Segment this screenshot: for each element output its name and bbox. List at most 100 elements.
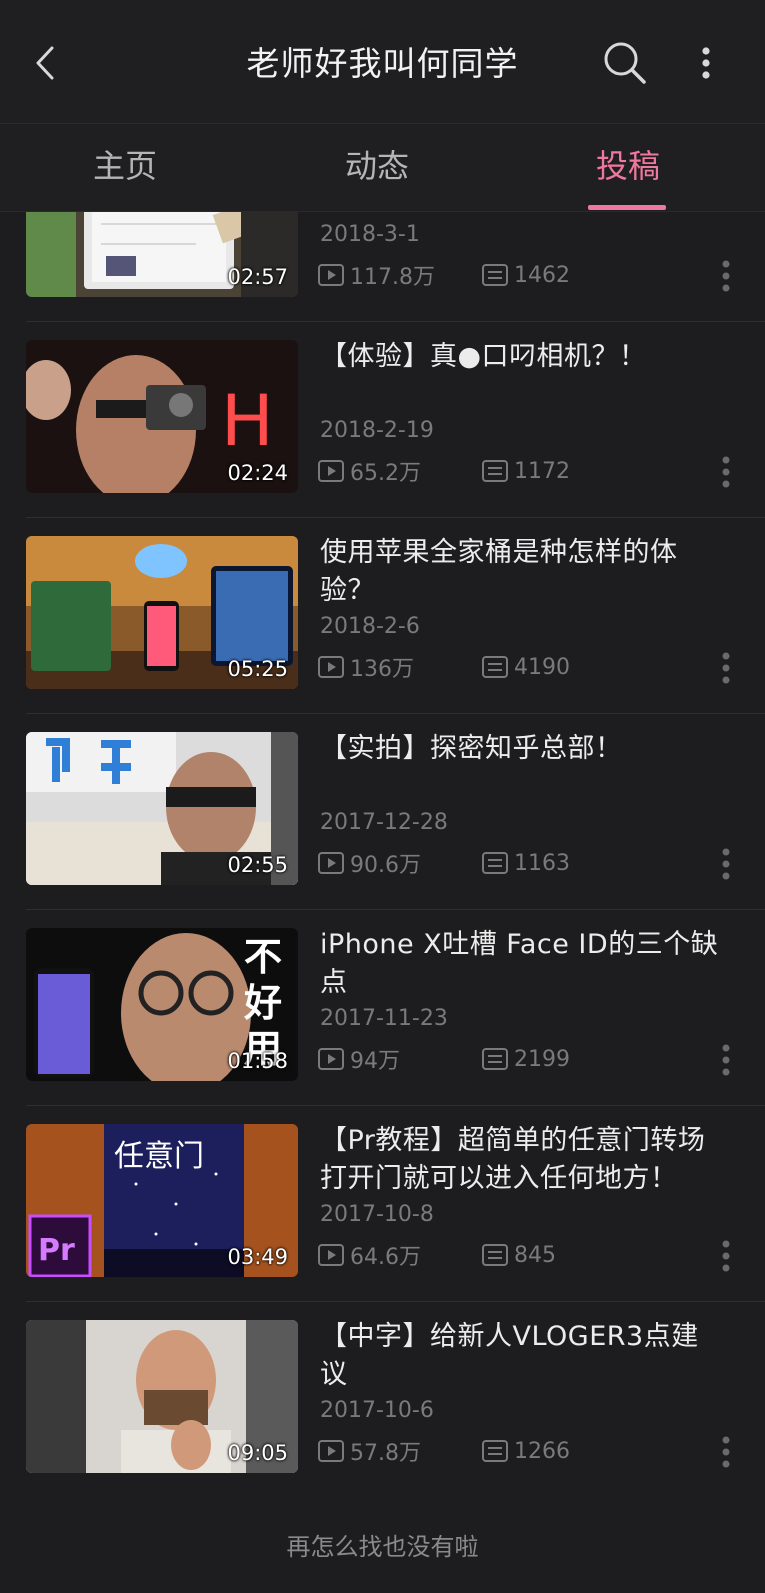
- danmaku-count: 2199: [482, 1044, 570, 1074]
- danmaku-count: 1172: [482, 456, 570, 486]
- video-date: 2018-2-6: [320, 614, 420, 639]
- danmaku-count-value: 845: [514, 1242, 556, 1268]
- list-item[interactable]: 09:05 【中字】给新人VLOGER3点建议 2017-10-6 57.8万 …: [0, 1302, 765, 1498]
- play-count-value: 57.8万: [350, 1441, 421, 1466]
- video-thumbnail[interactable]: 任意门 Pr 03:49: [26, 1124, 298, 1277]
- video-date: 2017-10-8: [320, 1202, 434, 1227]
- play-count: 94万: [318, 1044, 400, 1074]
- video-duration: 01:58: [227, 1049, 288, 1073]
- more-vertical-icon[interactable]: [716, 1236, 736, 1276]
- tab-uploads[interactable]: 投稿: [558, 124, 698, 212]
- thumbnail-caption: 任意门: [114, 1139, 204, 1174]
- play-count-value: 136万: [350, 657, 414, 682]
- tab-label: 动态: [344, 147, 409, 185]
- more-vertical-icon[interactable]: [716, 1432, 736, 1472]
- danmaku-count-value: 1172: [514, 458, 570, 484]
- premiere-pro-logo: Pr: [38, 1233, 75, 1268]
- danmaku-icon: [482, 1440, 508, 1462]
- tab-label: 投稿: [595, 147, 660, 185]
- more-vertical-icon[interactable]: [716, 648, 736, 688]
- thumbnail-caption: 不: [244, 935, 282, 979]
- video-title[interactable]: 【Pr教程】超简单的任意门转场 打开门就可以进入任何地方！: [320, 1122, 720, 1198]
- list-item[interactable]: 任意门 Pr 03:49 【Pr教程】超简单的任意门转场 打开门就可以进入任何地…: [0, 1106, 765, 1302]
- play-count-icon: [318, 1048, 344, 1070]
- danmaku-icon: [482, 1048, 508, 1070]
- video-date: 2018-3-1: [320, 222, 420, 247]
- play-count-value: 117.8万: [350, 265, 435, 290]
- list-item[interactable]: 02:55 【实拍】探密知乎总部！ 2017-12-28 90.6万 1163: [0, 714, 765, 910]
- list-item[interactable]: H 02:24 【体验】真●口叼相机？！ 2018-2-19 65.2万 117…: [0, 322, 765, 518]
- video-thumbnail[interactable]: 09:05: [26, 1320, 298, 1473]
- play-count: 65.2万: [318, 456, 421, 486]
- more-vertical-icon[interactable]: [694, 38, 734, 88]
- video-thumbnail[interactable]: H 02:24: [26, 340, 298, 493]
- more-vertical-icon[interactable]: [716, 1040, 736, 1080]
- video-duration: 03:49: [227, 1245, 288, 1269]
- video-duration: 02:55: [227, 853, 288, 877]
- end-of-list-message: 再怎么找也没有啦: [286, 1533, 479, 1561]
- play-count: 136万: [318, 652, 414, 682]
- play-count-icon: [318, 264, 344, 286]
- more-vertical-icon[interactable]: [716, 844, 736, 884]
- play-count-value: 65.2万: [350, 461, 421, 486]
- play-count: 57.8万: [318, 1436, 421, 1466]
- top-bar: 老师好我叫何同学: [0, 0, 765, 124]
- list-item[interactable]: 02:57 中） 2018-3-1 117.8万 1462: [0, 212, 765, 322]
- video-duration: 05:25: [227, 657, 288, 681]
- page-title: 老师好我叫何同学: [246, 44, 519, 83]
- video-title[interactable]: iPhone X吐槽 Face ID的三个缺点: [320, 926, 720, 1002]
- danmaku-count-value: 1266: [514, 1438, 570, 1464]
- tab-home[interactable]: 主页: [55, 124, 195, 212]
- more-vertical-icon[interactable]: [716, 256, 736, 296]
- video-title[interactable]: 【中字】给新人VLOGER3点建议: [320, 1318, 720, 1394]
- danmaku-count-value: 1462: [514, 262, 570, 288]
- list-item[interactable]: 05:25 使用苹果全家桶是种怎样的体验？ 2018-2-6 136万 4190: [0, 518, 765, 714]
- play-count-icon: [318, 1440, 344, 1462]
- danmaku-count-value: 4190: [514, 654, 570, 680]
- video-title[interactable]: 【体验】真●口叼相机？！: [320, 338, 720, 376]
- danmaku-icon: [482, 460, 508, 482]
- play-count: 90.6万: [318, 848, 421, 878]
- tab-bar: 主页 动态 投稿: [0, 124, 765, 212]
- video-thumbnail[interactable]: 不 好 用 01:58: [26, 928, 298, 1081]
- video-thumbnail[interactable]: 02:55: [26, 732, 298, 885]
- play-count: 117.8万: [318, 260, 435, 290]
- list-item[interactable]: 不 好 用 01:58 iPhone X吐槽 Face ID的三个缺点 2017…: [0, 910, 765, 1106]
- video-thumbnail[interactable]: 02:57: [26, 212, 298, 297]
- video-date: 2017-11-23: [320, 1006, 448, 1031]
- video-list[interactable]: 02:57 中） 2018-3-1 117.8万 1462 H 02: [0, 212, 765, 1512]
- play-count-icon: [318, 460, 344, 482]
- danmaku-count-value: 2199: [514, 1046, 570, 1072]
- play-count-icon: [318, 1244, 344, 1266]
- video-date: 2017-10-6: [320, 1398, 434, 1423]
- danmaku-count: 1163: [482, 848, 570, 878]
- danmaku-count: 4190: [482, 652, 570, 682]
- active-tab-indicator: [588, 205, 666, 210]
- play-count: 64.6万: [318, 1240, 421, 1270]
- tab-label: 主页: [92, 147, 157, 185]
- video-date: 2018-2-19: [320, 418, 434, 443]
- play-count-value: 94万: [350, 1049, 400, 1074]
- search-icon[interactable]: [600, 38, 650, 88]
- danmaku-icon: [482, 264, 508, 286]
- video-title[interactable]: 【实拍】探密知乎总部！: [320, 730, 720, 768]
- danmaku-icon: [482, 656, 508, 678]
- more-vertical-icon[interactable]: [716, 452, 736, 492]
- svg-text:H: H: [221, 380, 274, 462]
- thumbnail-caption: 好: [243, 981, 282, 1025]
- danmaku-icon: [482, 852, 508, 874]
- play-count-value: 64.6万: [350, 1245, 421, 1270]
- back-arrow-icon[interactable]: [22, 38, 72, 88]
- video-date: 2017-12-28: [320, 810, 448, 835]
- video-thumbnail[interactable]: 05:25: [26, 536, 298, 689]
- danmaku-icon: [482, 1244, 508, 1266]
- danmaku-count: 1462: [482, 260, 570, 290]
- play-count-icon: [318, 656, 344, 678]
- video-duration: 02:24: [227, 461, 288, 485]
- play-count-icon: [318, 852, 344, 874]
- danmaku-count-value: 1163: [514, 850, 570, 876]
- danmaku-count: 845: [482, 1240, 556, 1270]
- video-title[interactable]: 使用苹果全家桶是种怎样的体验？: [320, 534, 720, 610]
- play-count-value: 90.6万: [350, 853, 421, 878]
- tab-activity[interactable]: 动态: [307, 124, 447, 212]
